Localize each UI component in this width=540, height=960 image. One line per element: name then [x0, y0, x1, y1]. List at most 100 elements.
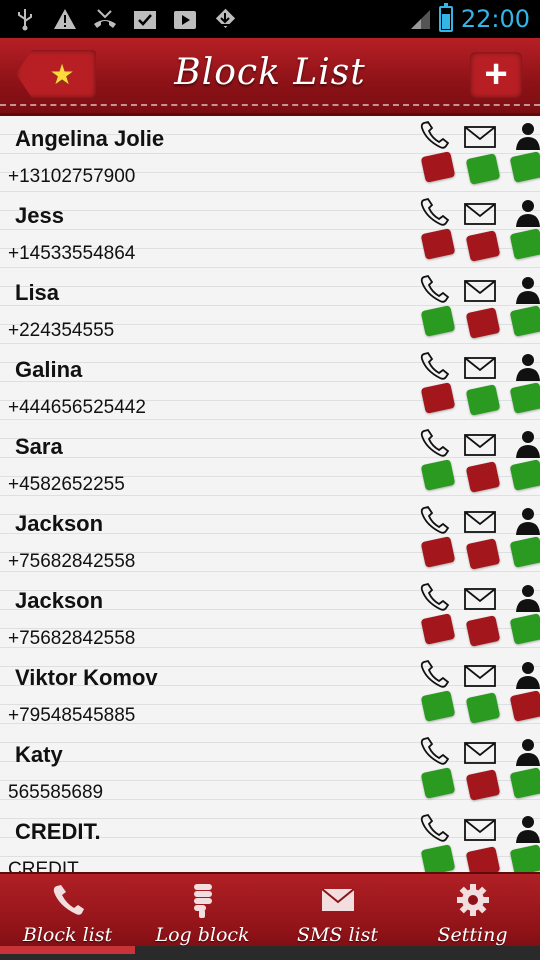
- call-block-status[interactable]: [420, 844, 456, 872]
- phone-icon[interactable]: [418, 274, 452, 304]
- battery-icon: [438, 3, 453, 32]
- nav-log-block[interactable]: Log block: [135, 882, 270, 952]
- phone-icon[interactable]: [418, 659, 452, 689]
- call-block-status[interactable]: [420, 382, 456, 414]
- phone-icon[interactable]: [418, 582, 452, 612]
- list-item[interactable]: Sara +4582652255: [0, 424, 540, 501]
- sms-block-status[interactable]: [465, 846, 501, 872]
- clock: 22:00: [460, 5, 530, 33]
- envelope-icon[interactable]: [463, 353, 497, 383]
- envelope-icon[interactable]: [463, 430, 497, 460]
- notification-icons: [12, 6, 238, 32]
- envelope-icon[interactable]: [463, 584, 497, 614]
- sms-block-status[interactable]: [465, 769, 501, 801]
- envelope-icon[interactable]: [463, 122, 497, 152]
- contact-name: Jackson: [15, 588, 104, 613]
- contact-name: Sara: [15, 434, 63, 459]
- usb-icon: [12, 6, 38, 32]
- contact-block-status[interactable]: [509, 613, 540, 645]
- task-done-icon: [132, 6, 158, 32]
- list-item[interactable]: Jackson +75682842558: [0, 578, 540, 655]
- phone-icon[interactable]: [418, 813, 452, 843]
- list-item[interactable]: Jackson +75682842558: [0, 501, 540, 578]
- contact-phone: +13102757900: [8, 166, 136, 187]
- contact-block-status[interactable]: [509, 536, 540, 568]
- call-block-status[interactable]: [420, 613, 456, 645]
- contact-block-status[interactable]: [509, 151, 540, 183]
- sms-block-status[interactable]: [465, 692, 501, 724]
- phone-icon[interactable]: [418, 505, 452, 535]
- contact-block-status[interactable]: [509, 382, 540, 414]
- phone-icon[interactable]: [418, 197, 452, 227]
- contact-name: Galina: [15, 357, 83, 382]
- envelope-icon[interactable]: [463, 661, 497, 691]
- sms-block-status[interactable]: [465, 153, 501, 185]
- person-icon[interactable]: [511, 429, 540, 459]
- nav-label: Log block: [155, 924, 250, 946]
- sms-block-status[interactable]: [465, 384, 501, 416]
- list-item[interactable]: Galina +444656525442: [0, 347, 540, 424]
- sms-block-status[interactable]: [465, 461, 501, 493]
- contact-block-status[interactable]: [509, 767, 540, 799]
- envelope-icon[interactable]: [463, 199, 497, 229]
- person-icon[interactable]: [511, 583, 540, 613]
- contact-name: CREDIT.: [15, 819, 101, 844]
- phone-icon[interactable]: [418, 736, 452, 766]
- call-block-status[interactable]: [420, 536, 456, 568]
- missed-call-icon: [92, 6, 118, 32]
- contact-name: Angelina Jolie: [15, 126, 165, 151]
- nav-label: SMS list: [296, 924, 379, 946]
- call-block-status[interactable]: [420, 459, 456, 491]
- sms-block-status[interactable]: [465, 538, 501, 570]
- phone-icon: [53, 885, 84, 915]
- contact-phone: CREDIT: [8, 859, 79, 872]
- list-item[interactable]: Viktor Komov +79548545885: [0, 655, 540, 732]
- contact-name: Katy: [15, 742, 63, 767]
- phone-icon[interactable]: [418, 351, 452, 381]
- person-icon[interactable]: [511, 198, 540, 228]
- page-title: Block List: [174, 52, 366, 93]
- warning-icon: [52, 6, 78, 32]
- contact-phone: +4582652255: [8, 474, 125, 495]
- list-item[interactable]: CREDIT. CREDIT: [0, 809, 540, 872]
- person-icon[interactable]: [511, 352, 540, 382]
- call-block-status[interactable]: [420, 305, 456, 337]
- block-list: Angelina Jolie +13102757900 Jess +145335…: [0, 116, 540, 872]
- envelope-icon[interactable]: [463, 507, 497, 537]
- contact-block-status[interactable]: [509, 305, 540, 337]
- nav-sms-list[interactable]: SMS list: [270, 882, 405, 952]
- contact-block-status[interactable]: [509, 228, 540, 260]
- person-icon[interactable]: [511, 121, 540, 151]
- call-block-status[interactable]: [420, 767, 456, 799]
- person-icon[interactable]: [511, 275, 540, 305]
- person-icon[interactable]: [511, 660, 540, 690]
- list-item[interactable]: Katy 565585689: [0, 732, 540, 809]
- nav-setting[interactable]: Setting: [405, 882, 540, 952]
- person-icon[interactable]: [511, 737, 540, 767]
- contact-block-status[interactable]: [509, 844, 540, 872]
- phone-icon[interactable]: [418, 120, 452, 150]
- list-item[interactable]: Jess +14533554864: [0, 193, 540, 270]
- person-icon[interactable]: [511, 814, 540, 844]
- person-icon[interactable]: [511, 506, 540, 536]
- sms-block-status[interactable]: [465, 615, 501, 647]
- phone-icon[interactable]: [418, 428, 452, 458]
- contact-block-status[interactable]: [509, 459, 540, 491]
- call-block-status[interactable]: [420, 151, 456, 183]
- contact-name: Lisa: [15, 280, 60, 305]
- envelope-icon: [320, 888, 355, 911]
- call-block-status[interactable]: [420, 690, 456, 722]
- list-item[interactable]: Lisa +224354555: [0, 270, 540, 347]
- add-button[interactable]: +: [470, 52, 522, 98]
- envelope-icon[interactable]: [463, 276, 497, 306]
- nav-block-list[interactable]: Block list: [0, 882, 135, 952]
- sms-block-status[interactable]: [465, 307, 501, 339]
- call-block-status[interactable]: [420, 228, 456, 260]
- download-icon: [212, 6, 238, 32]
- nav-indicator-selected: [0, 946, 135, 954]
- envelope-icon[interactable]: [463, 738, 497, 768]
- envelope-icon[interactable]: [463, 815, 497, 845]
- sms-block-status[interactable]: [465, 230, 501, 262]
- contact-block-status[interactable]: [509, 690, 540, 722]
- list-item[interactable]: Angelina Jolie +13102757900: [0, 116, 540, 193]
